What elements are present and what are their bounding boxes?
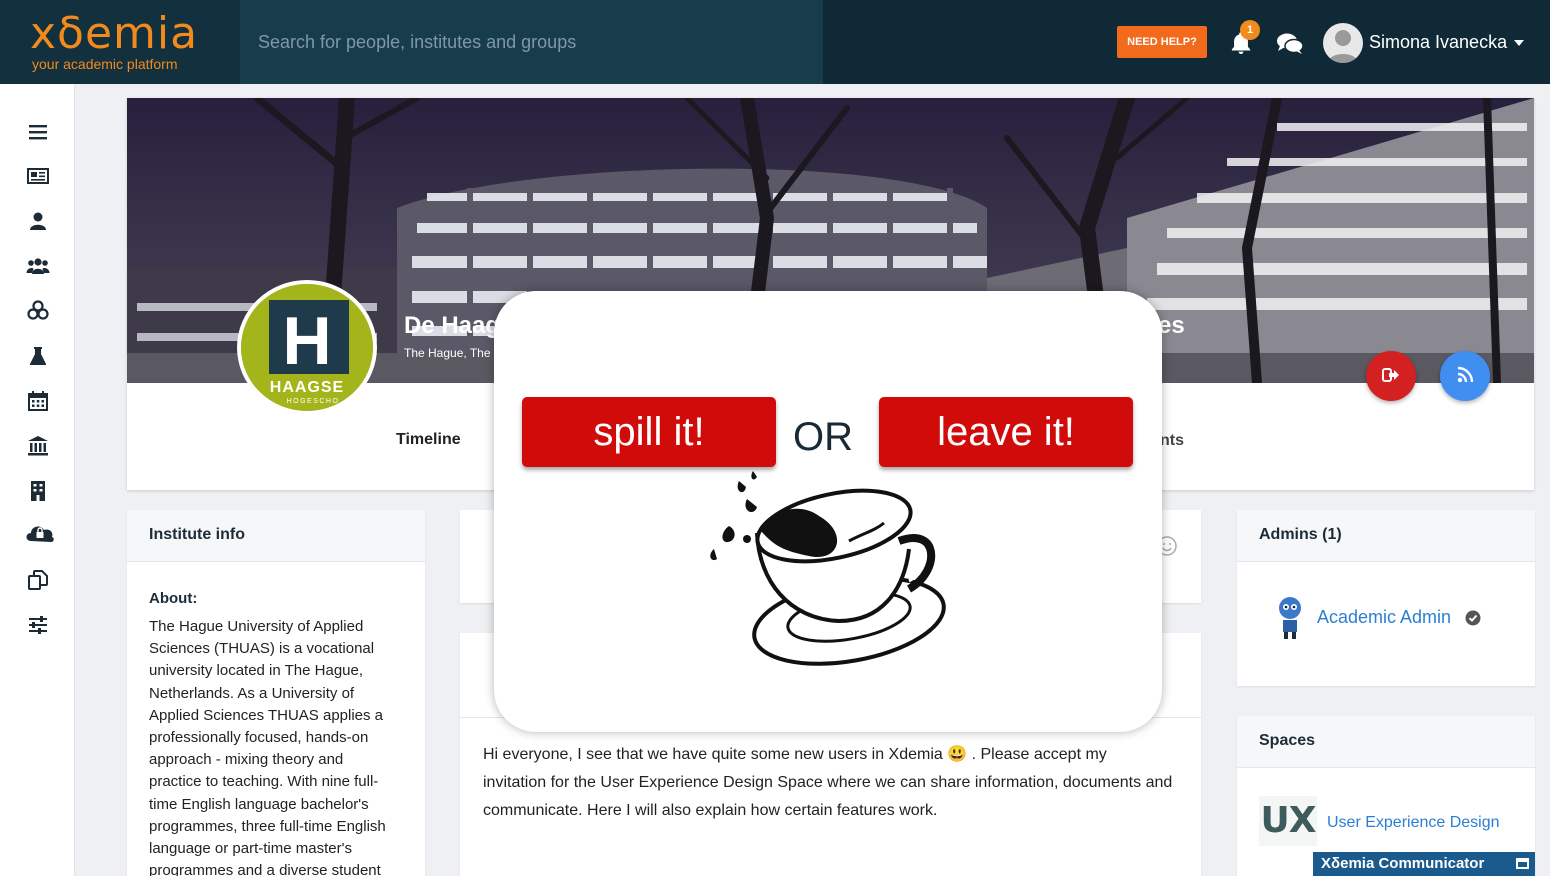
user-icon[interactable] [26,209,50,233]
menu-icon[interactable] [26,120,50,144]
tab-timeline[interactable]: Timeline [396,431,461,449]
spaces-heading: Spaces [1237,716,1535,768]
institute-name: De Haag [404,312,501,339]
user-avatar-icon [1328,30,1358,63]
communicator-bar[interactable]: Xδemia Communicator [1313,852,1535,876]
calendar-icon[interactable] [26,389,50,413]
logo-text: xδemia [30,8,199,59]
institute-logo: H HAAGSE HOGESCHO [237,280,377,415]
need-help-button[interactable]: NEED HELP? [1117,26,1207,58]
avatar[interactable] [1323,23,1363,63]
leave-it-button[interactable]: leave it! [879,397,1133,467]
user-name[interactable]: Simona Ivanecka [1369,32,1507,53]
about-label: About: [149,590,198,607]
spill-or-leave-overlay: spill it! OR leave it! [494,291,1162,732]
flask-icon[interactable] [26,344,50,368]
notification-badge: 1 [1240,20,1260,40]
logo-subword: HOGESCHO [287,398,340,405]
logo-word: HAAGSE [270,379,344,396]
rss-icon [1457,366,1474,382]
haagse-hogeschool-logo: H HAAGSE HOGESCHO [241,284,373,411]
or-label: OR [793,415,853,459]
verified-check-icon [1465,610,1481,626]
chevron-down-icon[interactable] [1514,40,1524,46]
institute-info-panel: Institute info About: The Hague Universi… [127,510,425,876]
chat-icon[interactable] [1276,32,1304,56]
copy-icon[interactable] [26,568,50,592]
logo-letter: H [282,303,331,379]
institute-name-end: es [1158,312,1185,339]
cloud-lock-icon[interactable] [24,521,56,545]
sliders-icon[interactable] [26,613,50,637]
institute-info-heading: Institute info [127,510,425,562]
top-bar: xδemia your academic platform NEED HELP?… [0,0,1550,84]
sign-out-icon [1382,367,1399,382]
about-text: The Hague University of Applied Sciences… [149,618,386,876]
search-input[interactable] [240,0,823,84]
robot-avatar-icon [1279,597,1301,639]
logo-tagline: your academic platform [32,56,178,72]
minimize-icon[interactable] [1516,858,1529,869]
groups-icon[interactable] [26,299,50,323]
tab-events[interactable]: nts [1160,432,1184,450]
post-text: Hi everyone, I see that we have quite so… [483,746,1173,819]
admins-heading: Admins (1) [1237,510,1535,562]
leave-institute-button[interactable] [1366,351,1416,401]
left-sidebar [0,84,75,876]
spill-it-button[interactable]: spill it! [522,397,776,467]
institution-icon[interactable] [26,434,50,458]
follow-rss-button[interactable] [1440,351,1490,401]
newspaper-icon[interactable] [26,164,50,188]
users-icon[interactable] [26,254,50,278]
institute-location: The Hague, The [404,346,491,360]
brand-logo[interactable]: xδemia your academic platform [0,0,240,84]
ux-space-logo: UX [1259,796,1317,846]
admin-name-link[interactable]: Academic Admin [1317,607,1451,628]
admins-panel: Admins (1) Academic Admin [1237,510,1535,686]
communicator-label: Xδemia Communicator [1321,855,1485,872]
space-link-ux-design[interactable]: User Experience Design [1327,814,1500,832]
building-icon[interactable] [26,479,50,503]
spilling-coffee-cup-icon [710,471,946,666]
